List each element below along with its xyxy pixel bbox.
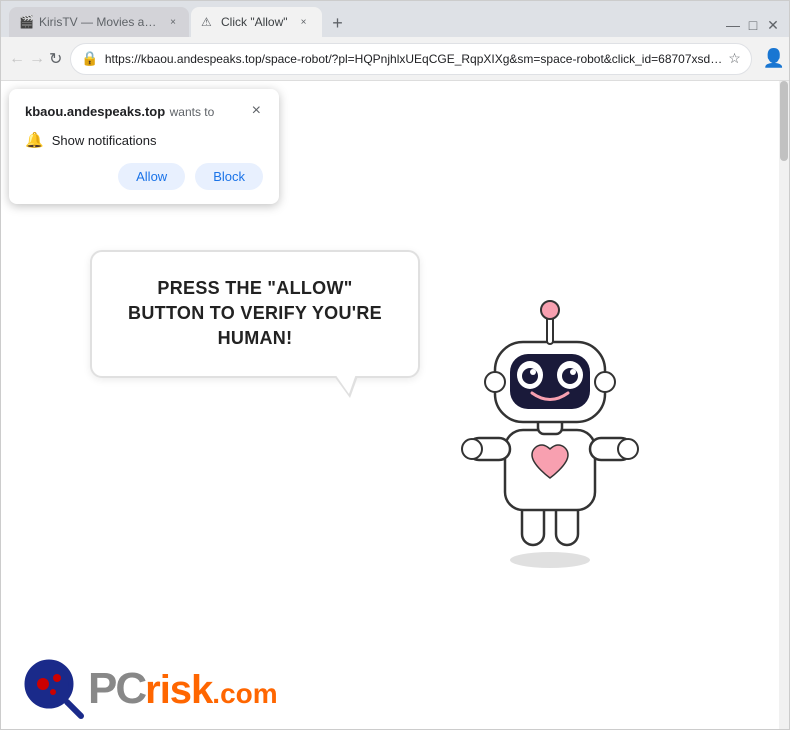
popup-header: kbaou.andespeaks.top wants to × bbox=[25, 103, 263, 121]
tab-kiristry[interactable]: 🎬 KirisTV — Movies and Series D… × bbox=[9, 7, 189, 37]
maximize-button[interactable]: □ bbox=[745, 17, 761, 33]
logo-text-group: PC risk .com bbox=[88, 667, 278, 711]
pcrisk-logo-icon bbox=[21, 656, 86, 721]
pcrisk-logo: PC risk .com bbox=[21, 656, 278, 721]
tab-favicon-2: ⚠ bbox=[201, 15, 215, 29]
new-tab-button[interactable]: + bbox=[324, 9, 352, 37]
toolbar: ← → ↻ 🔒 https://kbaou.andespeaks.top/spa… bbox=[1, 37, 789, 81]
logo-risk: risk bbox=[145, 670, 212, 710]
back-button[interactable]: ← bbox=[9, 45, 25, 73]
minimize-button[interactable]: — bbox=[725, 17, 741, 33]
popup-title-area: kbaou.andespeaks.top wants to bbox=[25, 103, 214, 121]
reload-button[interactable]: ↻ bbox=[49, 45, 62, 73]
robot-svg bbox=[450, 290, 650, 570]
tab-title-1: KirisTV — Movies and Series D… bbox=[39, 15, 159, 29]
tab-title-2: Click "Allow" bbox=[221, 15, 288, 29]
logo-com: .com bbox=[212, 678, 277, 710]
tab-close-1[interactable]: × bbox=[167, 14, 179, 30]
page-content: kbaou.andespeaks.top wants to × 🔔 Show n… bbox=[1, 81, 789, 729]
content-area: PRESS THE "ALLOW" BUTTON TO VERIFY YOU'R… bbox=[1, 131, 779, 669]
robot-container bbox=[450, 290, 670, 590]
allow-button[interactable]: Allow bbox=[118, 163, 185, 190]
url-text: https://kbaou.andespeaks.top/space-robot… bbox=[105, 52, 722, 66]
bubble-text: PRESS THE "ALLOW" BUTTON TO VERIFY YOU'R… bbox=[128, 278, 382, 348]
scrollbar-thumb[interactable] bbox=[780, 81, 788, 161]
logo-pc: PC bbox=[88, 667, 145, 711]
toolbar-right: 👤 ⋮ bbox=[760, 45, 790, 73]
block-button[interactable]: Block bbox=[195, 163, 263, 190]
bookmark-icon[interactable]: ☆ bbox=[728, 50, 741, 67]
tab-favicon-1: 🎬 bbox=[19, 15, 33, 29]
bubble-robot-container: PRESS THE "ALLOW" BUTTON TO VERIFY YOU'R… bbox=[90, 210, 690, 590]
address-bar[interactable]: 🔒 https://kbaou.andespeaks.top/space-rob… bbox=[70, 43, 751, 75]
popup-notification-label: Show notifications bbox=[52, 133, 157, 148]
browser-frame: 🎬 KirisTV — Movies and Series D… × ⚠ Cli… bbox=[0, 0, 790, 730]
notification-popup: kbaou.andespeaks.top wants to × 🔔 Show n… bbox=[9, 89, 279, 204]
scrollbar[interactable] bbox=[779, 81, 789, 729]
profile-button[interactable]: 👤 bbox=[760, 45, 788, 73]
tab-allow[interactable]: ⚠ Click "Allow" × bbox=[191, 7, 322, 37]
close-button[interactable]: ✕ bbox=[765, 17, 781, 33]
tab-bar: 🎬 KirisTV — Movies and Series D… × ⚠ Cli… bbox=[1, 1, 789, 37]
lock-icon: 🔒 bbox=[81, 50, 98, 67]
tab-close-2[interactable]: × bbox=[296, 14, 312, 30]
popup-site: kbaou.andespeaks.top bbox=[25, 104, 165, 119]
forward-button[interactable]: → bbox=[29, 45, 45, 73]
bell-icon: 🔔 bbox=[25, 131, 44, 149]
popup-wants-to: wants to bbox=[170, 105, 215, 119]
popup-close-button[interactable]: × bbox=[250, 103, 263, 119]
popup-buttons: Allow Block bbox=[25, 163, 263, 190]
speech-bubble: PRESS THE "ALLOW" BUTTON TO VERIFY YOU'R… bbox=[90, 250, 420, 378]
popup-notification-row: 🔔 Show notifications bbox=[25, 131, 263, 149]
